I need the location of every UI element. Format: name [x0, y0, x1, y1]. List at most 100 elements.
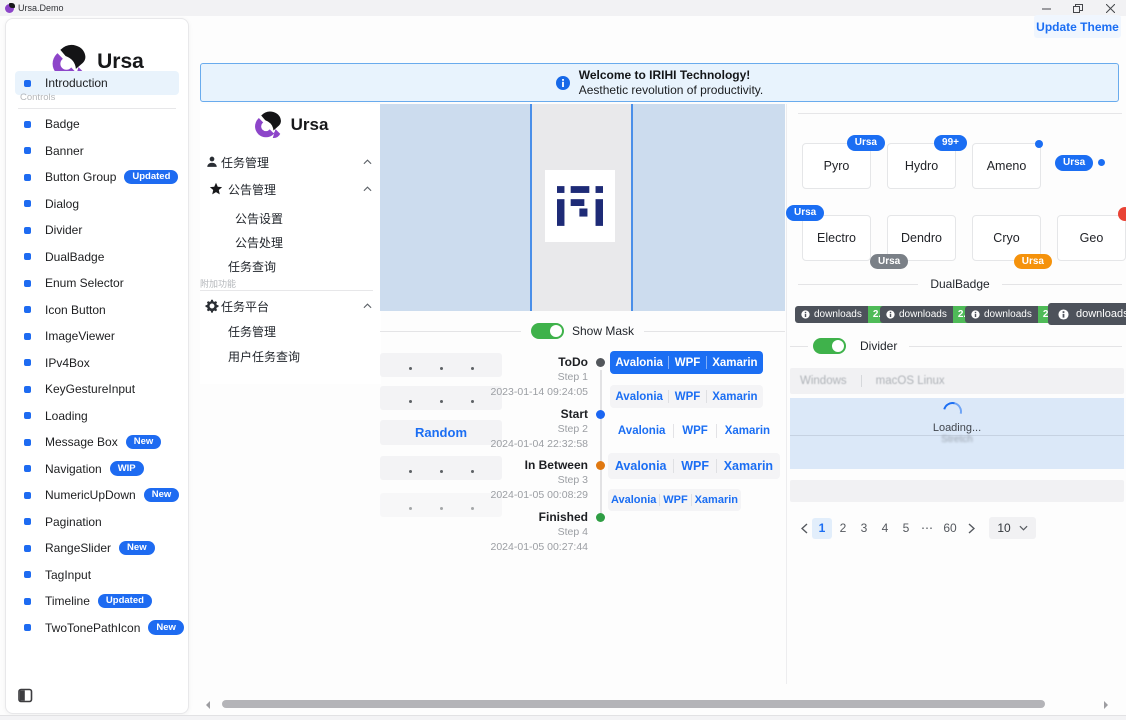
page-prev-button[interactable] — [796, 518, 812, 539]
count-badge: 99+ — [934, 135, 967, 151]
sidebar-item-message-box[interactable]: Message BoxNew — [15, 430, 179, 454]
menu-item-task-management-child[interactable]: 任务管理 — [228, 319, 276, 343]
window-title: Ursa.Demo — [18, 3, 64, 13]
sidebar-item-keygestureinput[interactable]: KeyGestureInput — [15, 377, 179, 401]
xamarin-button[interactable]: Xamarin — [724, 459, 773, 473]
page-3[interactable]: 3 — [854, 518, 874, 539]
page-1[interactable]: 1 — [812, 518, 832, 539]
sidebar-collapse-button[interactable] — [18, 688, 33, 703]
status-badge: WIP — [110, 461, 144, 476]
show-mask-row: Show Mask — [380, 321, 785, 341]
menu-item-task-platform[interactable]: 任务平台 — [200, 294, 381, 318]
show-mask-label: Show Mask — [572, 324, 634, 338]
menu-item-announcement-settings[interactable]: 公告设置 — [235, 206, 283, 230]
page-more[interactable]: ⋯ — [917, 518, 937, 539]
status-badge: Updated — [98, 594, 152, 609]
bullet-icon — [24, 598, 31, 605]
timeline-entry: ToDo Step 1 2023-01-14 09:24:05 — [462, 354, 588, 399]
avalonia-button[interactable]: Avalonia — [615, 357, 663, 369]
update-theme-button[interactable]: Update Theme — [1034, 15, 1121, 38]
scrollbar-thumb[interactable] — [222, 700, 1045, 708]
gear-icon — [205, 299, 219, 313]
scroll-left-icon[interactable] — [202, 701, 210, 709]
sidebar-section-controls: Controls — [20, 92, 55, 103]
sidebar-item-pagination[interactable]: Pagination — [15, 510, 179, 534]
image-viewer[interactable] — [380, 104, 785, 311]
page-next-button[interactable] — [963, 518, 979, 539]
avalonia-button[interactable]: Avalonia — [611, 494, 656, 506]
page-size-select[interactable]: 10 — [989, 517, 1036, 539]
page-4[interactable]: 4 — [875, 518, 895, 539]
timeline-dot — [596, 410, 605, 419]
page-2[interactable]: 2 — [833, 518, 853, 539]
irihi-logo-icon — [557, 186, 603, 226]
timeline-dot — [596, 461, 605, 470]
xamarin-button[interactable]: Xamarin — [695, 494, 738, 506]
sidebar-item-loading[interactable]: Loading — [15, 404, 179, 428]
bullet-icon — [24, 253, 31, 260]
sidebar-item-navigation[interactable]: NavigationWIP — [15, 457, 179, 481]
status-badge: New — [126, 435, 162, 450]
xamarin-button[interactable]: Xamarin — [712, 357, 757, 369]
sidebar-item-icon-button[interactable]: Icon Button — [15, 298, 179, 322]
sidebar-item-imageviewer[interactable]: ImageViewer — [15, 324, 179, 348]
sidebar-item-dialog[interactable]: Dialog — [15, 192, 179, 216]
ursa-badge: Ursa — [1014, 254, 1052, 270]
dot-badge — [1035, 140, 1043, 148]
scroll-right-icon[interactable] — [1104, 701, 1112, 709]
sidebar-item-twotonepathicon[interactable]: TwoTonePathIconNew — [15, 616, 179, 640]
page-5[interactable]: 5 — [896, 518, 916, 539]
sidebar-item-timeline[interactable]: TimelineUpdated — [15, 589, 179, 613]
sidebar-item-taginput[interactable]: TagInput — [15, 563, 179, 587]
sidebar-item-ipv4box[interactable]: IPv4Box — [15, 351, 179, 375]
xamarin-button[interactable]: Xamarin — [712, 391, 757, 403]
wpf-button[interactable]: WPF — [663, 494, 687, 506]
menu-section-extras: 附加功能 — [200, 277, 236, 290]
menu-item-user-task-query[interactable]: 用户任务查询 — [228, 344, 300, 368]
horizontal-scrollbar[interactable] — [200, 698, 1126, 711]
sidebar-item-dualbadge[interactable]: DualBadge — [15, 245, 179, 269]
bullet-icon — [24, 359, 31, 366]
divider-demo-content: Windows macOS Linux — [790, 368, 1124, 394]
panel-scrollbar[interactable] — [786, 104, 787, 684]
wpf-button[interactable]: WPF — [681, 459, 709, 473]
close-button[interactable] — [1094, 0, 1126, 16]
bullet-icon — [24, 439, 31, 446]
show-mask-toggle[interactable] — [531, 323, 564, 339]
avalonia-button[interactable]: Avalonia — [615, 459, 667, 473]
ursa-badge: Ursa — [870, 254, 908, 270]
wpf-button[interactable]: WPF — [675, 357, 701, 369]
avalonia-button[interactable]: Avalonia — [618, 425, 666, 437]
avalonia-button[interactable]: Avalonia — [615, 391, 663, 403]
sidebar-item-badge[interactable]: Badge — [15, 112, 179, 136]
status-badge: New — [144, 488, 180, 503]
sidebar-item-divider[interactable]: Divider — [15, 218, 179, 242]
sidebar-item-button-group[interactable]: Button GroupUpdated — [15, 165, 179, 189]
menu-item-task-query[interactable]: 任务查询 — [228, 254, 276, 278]
bullet-icon — [24, 280, 31, 287]
badge-card-hydro: Hydro 99+ — [887, 143, 956, 189]
wpf-button[interactable]: WPF — [675, 391, 701, 403]
menu-item-announcement-management[interactable]: 公告管理 — [200, 177, 381, 201]
sidebar-item-enum-selector[interactable]: Enum Selector — [15, 271, 179, 295]
sidebar-item-rangeslider[interactable]: RangeSliderNew — [15, 536, 179, 560]
timeline-dot — [596, 513, 605, 522]
menu-item-announcement-processing[interactable]: 公告处理 — [235, 230, 283, 254]
sidebar-item-banner[interactable]: Banner — [15, 139, 179, 163]
bullet-icon — [24, 147, 31, 154]
titlebar: Ursa.Demo — [0, 0, 1126, 16]
ursa-logo-icon — [253, 110, 283, 140]
maximize-button[interactable] — [1062, 0, 1094, 16]
menu-item-task-management[interactable]: 任务管理 — [200, 150, 381, 174]
page-60[interactable]: 60 — [938, 518, 962, 539]
bullet-icon — [24, 200, 31, 207]
sidebar-item-numericupdown[interactable]: NumericUpDownNew — [15, 483, 179, 507]
wpf-button[interactable]: WPF — [682, 425, 708, 437]
xamarin-button[interactable]: Xamarin — [725, 425, 770, 437]
minimize-button[interactable] — [1030, 0, 1062, 16]
dualbadge-header: DualBadge — [930, 277, 989, 291]
divider — [18, 108, 176, 109]
button-group-borderless: Avalonia WPF Xamarin — [610, 419, 778, 443]
divider-toggle[interactable] — [813, 338, 846, 354]
loading-text: Loading... — [790, 422, 1124, 434]
